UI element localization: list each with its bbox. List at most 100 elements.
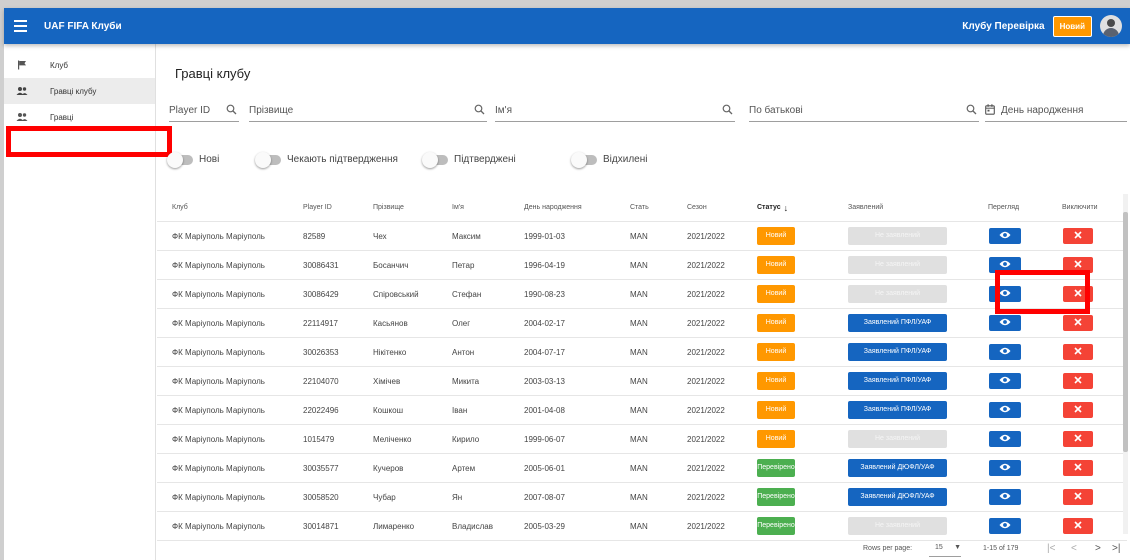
- view-button[interactable]: [989, 315, 1021, 331]
- cell-surname: Нікітенко: [373, 347, 407, 357]
- cell-view: [989, 367, 1021, 395]
- column-header-sex[interactable]: Стать: [630, 194, 649, 221]
- sidebar-item-club-players[interactable]: Гравці клубу: [4, 78, 155, 104]
- cell-birthday: 2005-06-01: [524, 463, 565, 473]
- table-scrollbar[interactable]: [1123, 194, 1128, 534]
- cell-surname: Чех: [373, 231, 387, 241]
- view-button[interactable]: [989, 431, 1021, 447]
- table-row[interactable]: ФК Маріуполь Маріуполь 1015479 Меліченко Ки…: [157, 425, 1127, 454]
- table-row[interactable]: ФК Маріуполь Маріуполь 22022496 Кошкош Іван…: [157, 396, 1127, 425]
- toggle-label: Підтверджені: [454, 154, 516, 165]
- sidebar-item-club[interactable]: Клуб: [4, 52, 155, 78]
- exclude-button[interactable]: [1063, 344, 1093, 360]
- rows-per-page-value: 15: [935, 544, 943, 551]
- status-badge: Перевірено: [757, 459, 795, 477]
- people-icon: [14, 86, 30, 96]
- cell-sex: MAN: [630, 492, 648, 502]
- column-header-status[interactable]: Статус ↓: [757, 194, 788, 221]
- view-button[interactable]: [989, 518, 1021, 534]
- cell-player-id: 22022496: [303, 405, 339, 415]
- cell-season: 2021/2022: [687, 376, 725, 386]
- toggle-confirmed[interactable]: Підтверджені: [422, 151, 516, 168]
- exclude-button[interactable]: [1063, 431, 1093, 447]
- cell-exclude: [1063, 367, 1093, 395]
- toggle-switch[interactable]: [571, 151, 597, 168]
- table-row[interactable]: ФК Маріуполь Маріуполь 22114917 Касьянов Ол…: [157, 309, 1127, 338]
- rows-per-page-select[interactable]: 15 ▼: [929, 539, 961, 557]
- status-badge: Перевірено: [757, 517, 795, 535]
- toggle-switch[interactable]: [255, 151, 281, 168]
- view-button[interactable]: [989, 373, 1021, 389]
- table-row[interactable]: ФК Маріуполь Маріуполь 30086429 Спіровськи…: [157, 280, 1127, 309]
- exclude-button[interactable]: [1063, 228, 1093, 244]
- toggle-rejected[interactable]: Відхилені: [571, 151, 648, 168]
- cell-name: Петар: [452, 260, 475, 270]
- status-header-label: Статус: [757, 204, 781, 211]
- cell-sex: MAN: [630, 434, 648, 444]
- column-header-exclude[interactable]: Виключити: [1062, 194, 1098, 221]
- avatar[interactable]: [1100, 15, 1122, 37]
- toggle-switch[interactable]: [422, 151, 448, 168]
- table-row[interactable]: ФК Маріуполь Маріуполь 30058520 Чубар Ян 200…: [157, 483, 1127, 512]
- close-icon: [1074, 434, 1082, 444]
- next-page-icon[interactable]: >: [1095, 536, 1101, 560]
- view-button[interactable]: [989, 228, 1021, 244]
- table-row[interactable]: ФК Маріуполь Маріуполь 22104070 Хімічев Мик…: [157, 367, 1127, 396]
- view-button[interactable]: [989, 489, 1021, 505]
- exclude-button[interactable]: [1063, 402, 1093, 418]
- exclude-button[interactable]: [1063, 518, 1093, 534]
- table-row[interactable]: ФК Маріуполь Маріуполь 30086431 Босанчич Пе…: [157, 251, 1127, 280]
- exclude-button[interactable]: [1063, 489, 1093, 505]
- cell-player-id: 22114917: [303, 318, 338, 328]
- toggle-label: Відхилені: [603, 154, 648, 165]
- column-header-season[interactable]: Сезон: [687, 194, 707, 221]
- annotation-box-actions: [995, 270, 1090, 314]
- column-header-birthday[interactable]: День народження: [524, 194, 582, 221]
- sidebar-item-label: Клуб: [50, 60, 68, 70]
- menu-icon[interactable]: [14, 20, 42, 32]
- search-icon: [722, 104, 733, 118]
- exclude-button[interactable]: [1063, 460, 1093, 476]
- patronymic-field[interactable]: По батькові: [749, 100, 979, 122]
- view-button[interactable]: [989, 344, 1021, 360]
- name-field[interactable]: Ім'я: [495, 100, 735, 122]
- declared-badge: Заявлений ПФЛ/УАФ: [848, 372, 947, 390]
- toggle-new[interactable]: Нові: [167, 151, 219, 168]
- cell-club: ФК Маріуполь Маріуполь: [172, 289, 265, 299]
- player-id-field[interactable]: Player ID: [169, 100, 239, 122]
- table-row[interactable]: ФК Маріуполь Маріуполь 30035577 Кучеров Арт…: [157, 454, 1127, 483]
- cell-declared: Заявлений ПФЛ/УАФ: [848, 367, 947, 395]
- column-header-surname[interactable]: Прізвище: [373, 194, 404, 221]
- first-page-icon[interactable]: |<: [1047, 536, 1055, 560]
- exclude-button[interactable]: [1063, 315, 1093, 331]
- cell-sex: MAN: [630, 318, 648, 328]
- view-button[interactable]: [989, 402, 1021, 418]
- exclude-button[interactable]: [1063, 373, 1093, 389]
- cell-season: 2021/2022: [687, 492, 725, 502]
- table-row[interactable]: ФК Маріуполь Маріуполь 82589 Чех Максим 1999…: [157, 222, 1127, 251]
- view-button[interactable]: [989, 460, 1021, 476]
- toggle-pending[interactable]: Чекають підтвердження: [255, 151, 398, 168]
- cell-club: ФК Маріуполь Маріуполь: [172, 318, 265, 328]
- cell-birthday: 1999-01-03: [524, 231, 565, 241]
- column-header-player-id[interactable]: Player ID: [303, 194, 332, 221]
- column-header-club[interactable]: Клуб: [172, 194, 188, 221]
- surname-field[interactable]: Прізвище: [249, 100, 487, 122]
- toggle-switch[interactable]: [167, 151, 193, 168]
- close-icon: [1074, 463, 1082, 473]
- players-table: Клуб Player ID Прізвище Ім'я День народж…: [157, 194, 1127, 541]
- app-title: UAF FIFA Клуби: [44, 20, 122, 32]
- table-row[interactable]: ФК Маріуполь Маріуполь 30026353 Нікітенко А…: [157, 338, 1127, 367]
- close-icon: [1074, 260, 1082, 270]
- window-frame-top: [0, 0, 1130, 8]
- column-header-declared[interactable]: Заявлений: [848, 194, 883, 221]
- appbar-right: Клубу Перевірка Новий: [962, 15, 1122, 37]
- column-header-name[interactable]: Ім'я: [452, 194, 464, 221]
- arrow-down-icon: ↓: [783, 202, 789, 213]
- birthday-field[interactable]: День народження: [985, 100, 1127, 122]
- prev-page-icon[interactable]: <: [1071, 536, 1077, 560]
- eye-icon: [999, 492, 1011, 502]
- last-page-icon[interactable]: >|: [1112, 536, 1120, 560]
- column-header-view[interactable]: Перегляд: [988, 194, 1019, 221]
- eye-icon: [999, 521, 1011, 531]
